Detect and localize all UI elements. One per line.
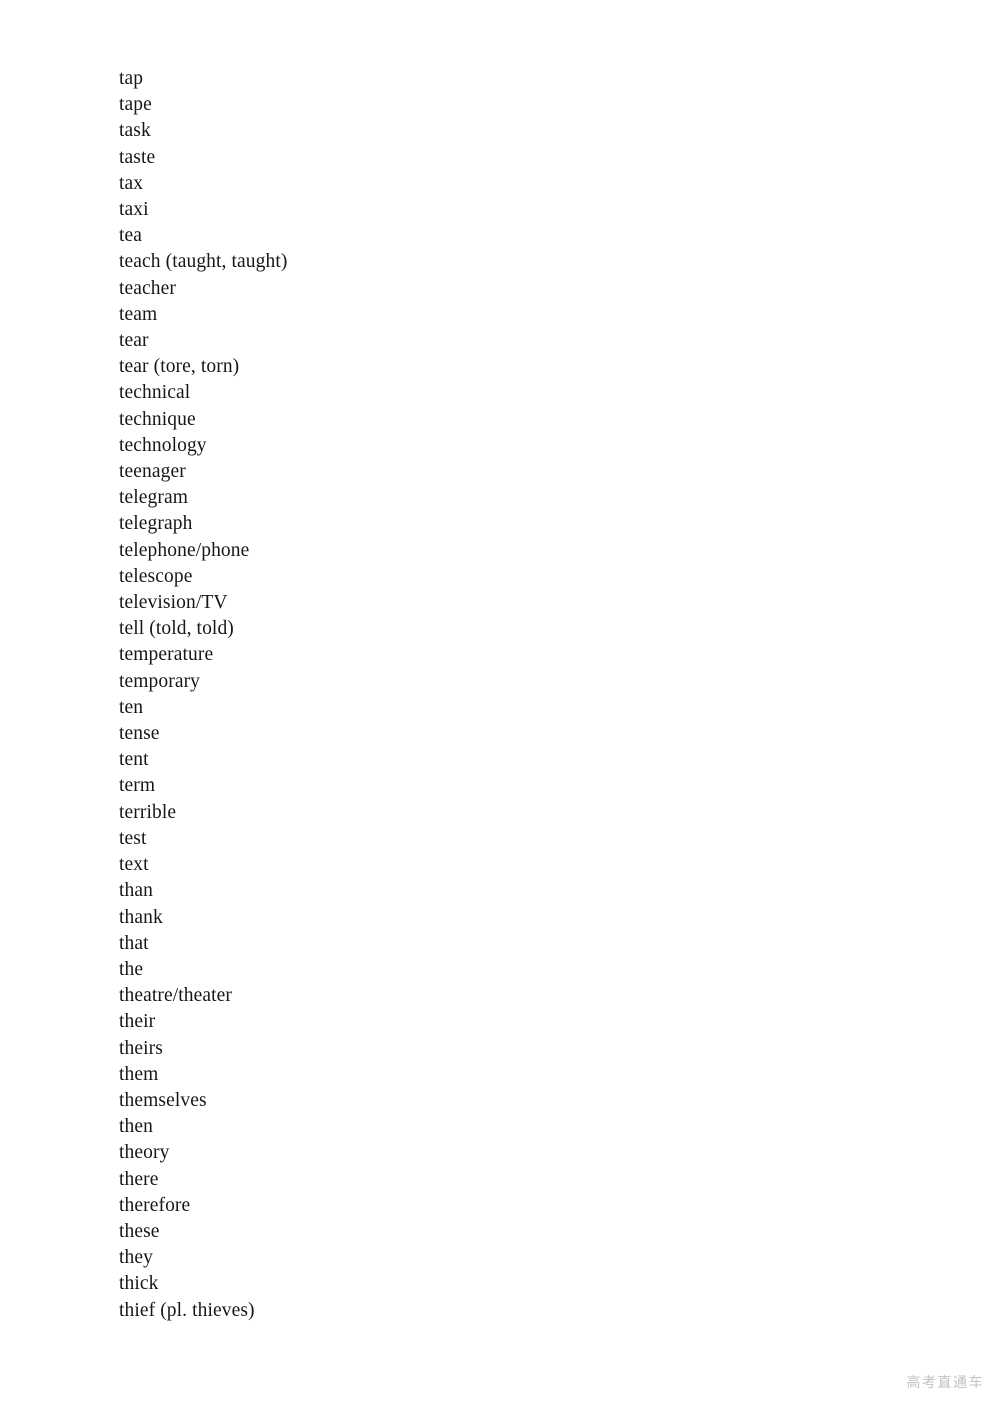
vocabulary-entry: thank: [119, 906, 163, 928]
vocabulary-entry: tear: [119, 330, 149, 352]
vocabulary-entry: theory: [119, 1142, 170, 1164]
vocabulary-entry: themselves: [119, 1089, 207, 1111]
vocabulary-entry: taxi: [119, 199, 149, 221]
vocabulary-entry: team: [119, 303, 158, 325]
vocabulary-entry: technique: [119, 408, 196, 430]
vocabulary-entry: theirs: [119, 1037, 163, 1059]
vocabulary-entry: tap: [119, 68, 144, 89]
vocabulary-entry: their: [119, 1011, 156, 1033]
vocabulary-entry: teacher: [119, 277, 176, 299]
vocabulary-entry: that: [119, 932, 149, 954]
vocabulary-entry: taste: [119, 146, 156, 168]
vocabulary-entry: terrible: [119, 801, 177, 823]
vocabulary-entry: tent: [119, 749, 149, 771]
vocabulary-entry: teenager: [119, 461, 186, 483]
vocabulary-entry: task: [119, 120, 151, 142]
vocabulary-entry: tense: [119, 723, 160, 745]
vocabulary-entry: these: [119, 1220, 160, 1242]
vocabulary-entry: temperature: [119, 644, 214, 666]
vocabulary-entry: tax: [119, 172, 144, 194]
vocabulary-entry: telephone/phone: [119, 539, 250, 561]
vocabulary-entry: then: [119, 1116, 153, 1138]
vocabulary-entry: them: [119, 1063, 159, 1085]
vocabulary-entry: thief (pl. thieves): [119, 1299, 255, 1321]
vocabulary-entry: theatre/theater: [119, 985, 233, 1007]
vocabulary-entry: ten: [119, 696, 144, 718]
vocabulary-entry: telegraph: [119, 513, 193, 535]
vocabulary-entry: than: [119, 880, 153, 902]
vocabulary-entry: thick: [119, 1273, 159, 1295]
vocabulary-entry: teach (taught, taught): [119, 251, 288, 273]
vocabulary-entry: text: [119, 854, 149, 876]
vocabulary-entry: tell (told, told): [119, 618, 234, 640]
watermark: 高考直通车: [906, 1375, 984, 1391]
vocabulary-entry: tea: [119, 225, 143, 247]
vocabulary-entry: test: [119, 827, 147, 849]
vocabulary-entry: term: [119, 775, 156, 797]
vocabulary-entry: telescope: [119, 565, 193, 587]
vocabulary-entry: television/TV: [119, 592, 228, 614]
vocabulary-entry: telegram: [119, 487, 189, 509]
vocabulary-entry: they: [119, 1247, 153, 1269]
vocabulary-entry: technology: [119, 434, 207, 456]
vocabulary-entry: tear (tore, torn): [119, 356, 240, 378]
vocabulary-entry: there: [119, 1168, 159, 1190]
vocabulary-entry: therefore: [119, 1194, 191, 1216]
vocabulary-entry: temporary: [119, 670, 201, 692]
vocabulary-entry: the: [119, 958, 144, 980]
vocabulary-entry: technical: [119, 382, 191, 404]
vocabulary-entry: tape: [119, 94, 152, 116]
vocabulary-word-list: tap tape task taste tax taxi tea teach (taught,…: [119, 66, 287, 1324]
document-page: tap tape task taste tax taxi tea teach (taught,…: [0, 0, 1000, 1414]
